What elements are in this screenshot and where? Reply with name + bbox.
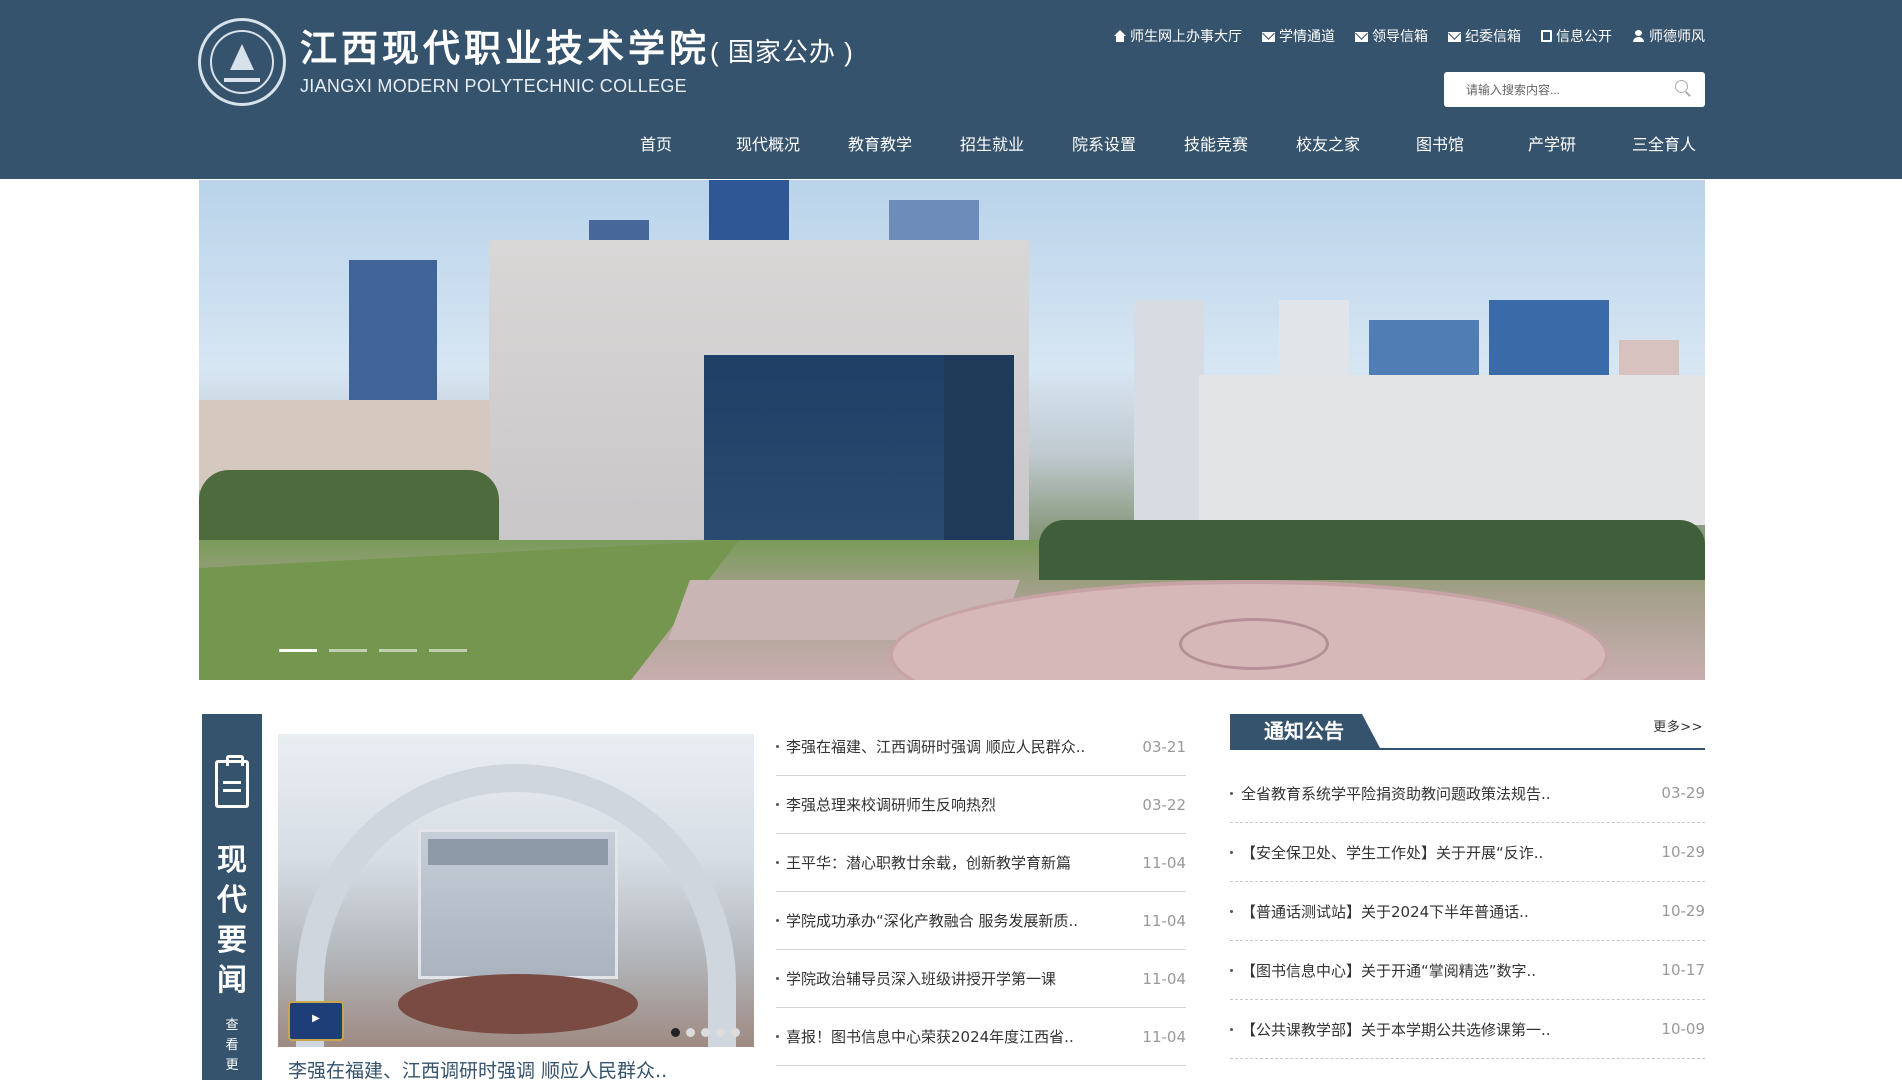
featured-news-caption[interactable]: 李强在福建、江西调研时强调 顺应人民群众..	[288, 1056, 758, 1080]
clipboard-icon	[215, 755, 249, 808]
college-logo[interactable]: 江西现代职业技术学院( 国家公办 ) JIANGXI MODERN POLYTE…	[198, 18, 854, 106]
nav-admissions[interactable]: 招生就业	[936, 130, 1048, 160]
search-icon[interactable]	[1675, 80, 1691, 96]
site-header: 江西现代职业技术学院( 国家公办 ) JIANGXI MODERN POLYTE…	[0, 0, 1902, 179]
notice-more-link[interactable]: 更多>>	[1653, 716, 1703, 735]
news-item[interactable]: 学院政治辅导员深入班级讲授开学第一课 11-04	[776, 950, 1186, 1008]
main-nav: 首页 现代概况 教育教学 招生就业 院系设置 技能竞赛 校友之家 图书馆 产学研…	[600, 130, 1720, 160]
notice-list: 全省教育系统学平险捐资助教问题政策法规告.. 03-29 【安全保卫处、学生工作处…	[1230, 764, 1705, 1059]
featured-news-image[interactable]: ▶	[278, 734, 754, 1047]
news-list: 李强在福建、江西调研时强调 顺应人民群众.. 03-21 李强总理来校调研师生反响…	[776, 718, 1186, 1066]
news-item[interactable]: 王平华：潜心职教廿余载，创新教学育新篇 11-04	[776, 834, 1186, 892]
nav-departments[interactable]: 院系设置	[1048, 130, 1160, 160]
nav-education[interactable]: 教育教学	[824, 130, 936, 160]
banner-dot[interactable]	[279, 649, 317, 652]
nav-alumni[interactable]: 校友之家	[1272, 130, 1384, 160]
hero-banner-image[interactable]	[199, 180, 1705, 680]
home-icon	[1113, 30, 1126, 42]
nav-all-round-education[interactable]: 三全育人	[1608, 130, 1720, 160]
featured-dot[interactable]	[701, 1028, 710, 1037]
featured-dot[interactable]	[716, 1028, 725, 1037]
notice-item[interactable]: 【图书信息中心】关于开通“掌阅精选”数字.. 10-17	[1230, 941, 1705, 1000]
featured-dot[interactable]	[731, 1028, 740, 1037]
toplink-teacher-ethics[interactable]: 师德师风	[1632, 26, 1705, 46]
featured-dot[interactable]	[671, 1028, 680, 1037]
notice-header: 通知公告 更多>>	[1230, 714, 1705, 750]
toplink-leader-mailbox[interactable]: 领导信箱	[1355, 26, 1428, 46]
college-name-en: JIANGXI MODERN POLYTECHNIC COLLEGE	[300, 76, 687, 96]
notice-item[interactable]: 【公共课教学部】关于本学期公共选修课第一.. 10-09	[1230, 1000, 1705, 1059]
banner-pagination	[279, 649, 467, 652]
toplink-online-service-hall[interactable]: 师生网上办事大厅	[1113, 26, 1242, 46]
nav-industry-research[interactable]: 产学研	[1496, 130, 1608, 160]
banner-dot[interactable]	[329, 649, 367, 652]
nav-home[interactable]: 首页	[600, 130, 712, 160]
toplink-discipline-mailbox[interactable]: 纪委信箱	[1448, 26, 1521, 46]
news-section-title: 现代要闻	[217, 843, 247, 998]
nav-competitions[interactable]: 技能竞赛	[1160, 130, 1272, 160]
news-more-link[interactable]: 查看更	[202, 1016, 262, 1076]
news-broadcast-logo-icon: ▶	[288, 1001, 344, 1041]
document-icon	[1541, 30, 1552, 42]
nav-library[interactable]: 图书馆	[1384, 130, 1496, 160]
news-item[interactable]: 喜报！图书信息中心荣获2024年度江西省.. 11-04	[776, 1008, 1186, 1066]
college-seal-icon	[198, 18, 286, 106]
top-links: 师生网上办事大厅 学情通道 领导信箱 纪委信箱 信息公开 师德师风	[1113, 26, 1705, 46]
college-name-cn: 江西现代职业技术学院( 国家公办 )	[300, 26, 854, 70]
notice-item[interactable]: 【安全保卫处、学生工作处】关于开展“反诈.. 10-29	[1230, 823, 1705, 882]
news-item[interactable]: 李强在福建、江西调研时强调 顺应人民群众.. 03-21	[776, 718, 1186, 776]
notice-item[interactable]: 全省教育系统学平险捐资助教问题政策法规告.. 03-29	[1230, 764, 1705, 823]
news-item[interactable]: 学院成功承办“深化产教融合 服务发展新质.. 11-04	[776, 892, 1186, 950]
notice-item[interactable]: 【普通话测试站】关于2024下半年普通话.. 10-29	[1230, 882, 1705, 941]
news-item[interactable]: 李强总理来校调研师生反响热烈 03-22	[776, 776, 1186, 834]
user-icon	[1632, 30, 1645, 42]
mail-icon	[1262, 31, 1275, 42]
featured-pagination	[671, 1028, 740, 1037]
toplink-info-disclosure[interactable]: 信息公开	[1541, 26, 1612, 46]
news-section-label: 现代要闻 查看更	[202, 714, 262, 1080]
banner-dot[interactable]	[429, 649, 467, 652]
search-box	[1444, 72, 1705, 107]
toplink-student-channel[interactable]: 学情通道	[1262, 26, 1335, 46]
banner-dot[interactable]	[379, 649, 417, 652]
search-input[interactable]	[1444, 72, 1664, 107]
notice-title: 通知公告	[1230, 714, 1380, 748]
mail-icon	[1355, 31, 1368, 42]
nav-overview[interactable]: 现代概况	[712, 130, 824, 160]
mail-icon	[1448, 31, 1461, 42]
featured-dot[interactable]	[686, 1028, 695, 1037]
